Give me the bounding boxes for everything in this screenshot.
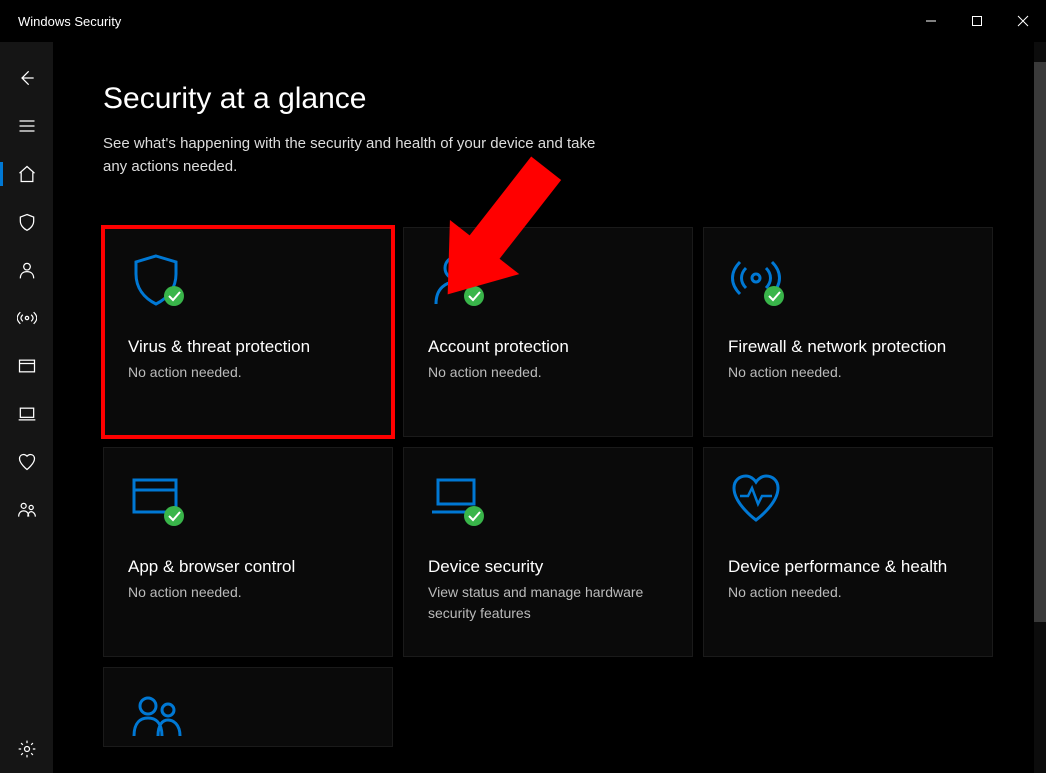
sidebar-item-appbrowser[interactable] bbox=[0, 342, 53, 390]
maximize-button[interactable] bbox=[954, 0, 1000, 42]
scrollbar-thumb[interactable] bbox=[1034, 62, 1046, 622]
tile-app-browser-control[interactable]: App & browser control No action needed. bbox=[103, 447, 393, 657]
app-window-icon bbox=[17, 356, 37, 376]
back-arrow-icon bbox=[17, 68, 37, 88]
tile-status: View status and manage hardware security… bbox=[428, 582, 668, 623]
tile-title: Device security bbox=[428, 556, 668, 579]
tile-family-options[interactable] bbox=[103, 667, 393, 747]
gear-icon bbox=[17, 739, 37, 759]
tile-title: Device performance & health bbox=[728, 556, 968, 579]
close-icon bbox=[1017, 15, 1029, 27]
page-title: Security at a glance bbox=[103, 82, 1026, 116]
maximize-icon bbox=[971, 15, 983, 27]
tile-status: No action needed. bbox=[128, 582, 368, 602]
sidebar-item-virus[interactable] bbox=[0, 198, 53, 246]
broadcast-check-icon bbox=[728, 252, 968, 326]
family-icon-tile bbox=[128, 692, 368, 747]
tile-device-performance-health[interactable]: Device performance & health No action ne… bbox=[703, 447, 993, 657]
window-check-icon bbox=[128, 472, 368, 546]
minimize-button[interactable] bbox=[908, 0, 954, 42]
tile-title: Account protection bbox=[428, 336, 668, 359]
sidebar-item-family[interactable] bbox=[0, 486, 53, 534]
vertical-scrollbar[interactable] bbox=[1034, 42, 1046, 773]
minimize-icon bbox=[925, 15, 937, 27]
sidebar-item-performance[interactable] bbox=[0, 438, 53, 486]
back-button[interactable] bbox=[0, 54, 53, 102]
family-icon bbox=[17, 500, 37, 520]
title-bar: Windows Security bbox=[0, 0, 1046, 42]
sidebar-item-firewall[interactable] bbox=[0, 294, 53, 342]
sidebar-item-account[interactable] bbox=[0, 246, 53, 294]
menu-button[interactable] bbox=[0, 102, 53, 150]
page-subtitle: See what's happening with the security a… bbox=[103, 132, 623, 179]
person-icon bbox=[17, 260, 37, 280]
sidebar-item-settings[interactable] bbox=[0, 725, 53, 773]
sidebar-item-device[interactable] bbox=[0, 390, 53, 438]
tile-status: No action needed. bbox=[728, 582, 968, 602]
tile-title: Firewall & network protection bbox=[728, 336, 968, 359]
shield-icon bbox=[17, 212, 37, 232]
sidebar bbox=[0, 42, 53, 773]
broadcast-icon bbox=[17, 308, 37, 328]
tile-virus-threat-protection[interactable]: Virus & threat protection No action need… bbox=[103, 227, 393, 437]
heart-pulse-icon bbox=[728, 472, 968, 546]
shield-check-icon bbox=[128, 252, 368, 326]
heart-icon bbox=[17, 452, 37, 472]
close-button[interactable] bbox=[1000, 0, 1046, 42]
tile-status: No action needed. bbox=[728, 362, 968, 382]
tile-device-security[interactable]: Device security View status and manage h… bbox=[403, 447, 693, 657]
tiles-grid: Virus & threat protection No action need… bbox=[103, 227, 1026, 747]
window-title: Windows Security bbox=[0, 14, 908, 29]
tile-title: Virus & threat protection bbox=[128, 336, 368, 359]
hamburger-icon bbox=[17, 116, 37, 136]
tile-status: No action needed. bbox=[128, 362, 368, 382]
person-check-icon bbox=[428, 252, 668, 326]
tile-firewall-network-protection[interactable]: Firewall & network protection No action … bbox=[703, 227, 993, 437]
tile-account-protection[interactable]: Account protection No action needed. bbox=[403, 227, 693, 437]
main-content: Security at a glance See what's happenin… bbox=[53, 42, 1046, 773]
home-icon bbox=[17, 164, 37, 184]
tile-status: No action needed. bbox=[428, 362, 668, 382]
sidebar-item-home[interactable] bbox=[0, 150, 53, 198]
laptop-check-icon bbox=[428, 472, 668, 546]
tile-title: App & browser control bbox=[128, 556, 368, 579]
laptop-icon bbox=[17, 404, 37, 424]
window-controls bbox=[908, 0, 1046, 42]
